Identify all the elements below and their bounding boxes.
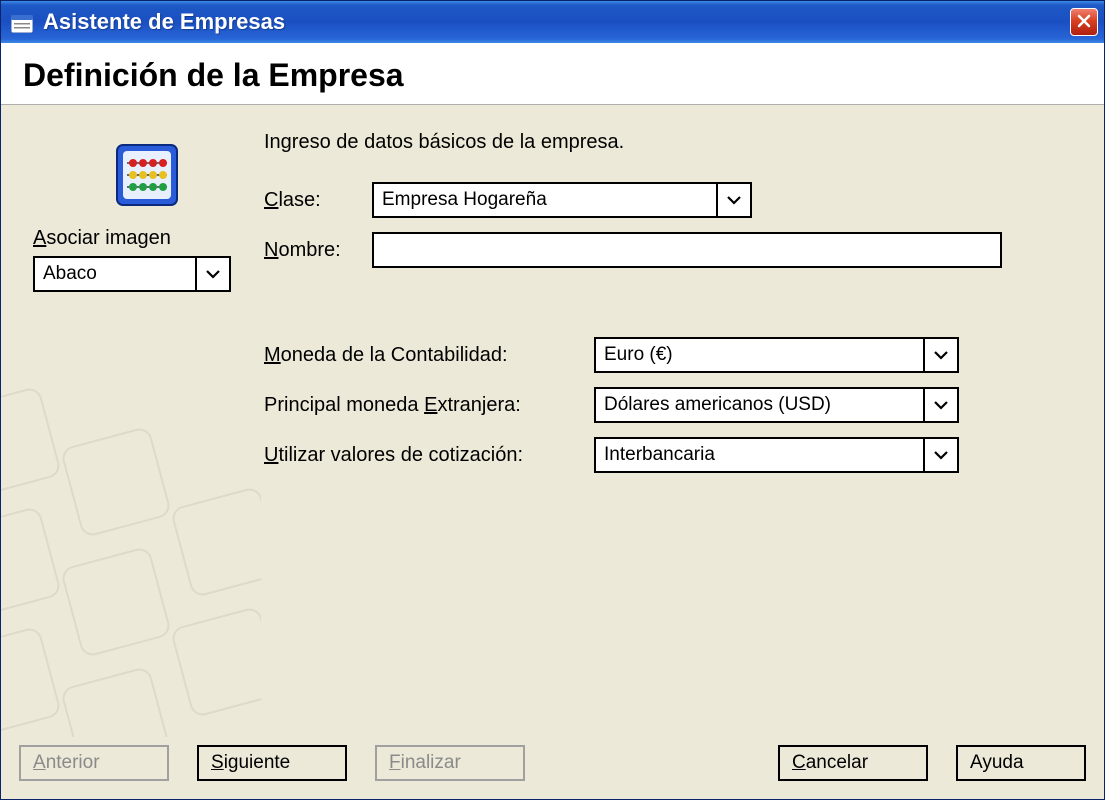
button-bar: Anterior Siguiente Finalizar Cancelar Ay… — [1, 737, 1104, 799]
moneda-contabilidad-label: Moneda de la Contabilidad: — [264, 344, 594, 367]
chevron-down-icon — [923, 339, 957, 371]
moneda-contabilidad-value: Euro (€) — [596, 344, 923, 366]
wizard-window: Asistente de Empresas Definición de la E… — [0, 0, 1105, 800]
clase-select[interactable]: Empresa Hogareña — [372, 182, 752, 218]
cotizacion-label: Utilizar valores de cotización: — [264, 444, 594, 467]
siguiente-button[interactable]: Siguiente — [197, 745, 347, 781]
close-button[interactable] — [1070, 8, 1098, 36]
row-cotizacion: Utilizar valores de cotización: Interban… — [264, 437, 1076, 473]
clase-label: Clase: — [264, 189, 372, 212]
abacus-icon — [113, 141, 181, 209]
row-moneda-extranjera: Principal moneda Extranjera: Dólares ame… — [264, 387, 1076, 423]
clase-value: Empresa Hogareña — [374, 189, 716, 211]
moneda-extranjera-select[interactable]: Dólares americanos (USD) — [594, 387, 959, 423]
right-column: Ingreso de datos básicos de la empresa. … — [264, 127, 1076, 487]
cotizacion-select[interactable]: Interbancaria — [594, 437, 959, 473]
moneda-contabilidad-select[interactable]: Euro (€) — [594, 337, 959, 373]
associate-image-label: Asociar imagen — [33, 227, 171, 250]
chevron-down-icon — [923, 389, 957, 421]
ayuda-button[interactable]: Ayuda — [956, 745, 1086, 781]
cancelar-button[interactable]: Cancelar — [778, 745, 928, 781]
moneda-extranjera-value: Dólares americanos (USD) — [596, 394, 923, 416]
row-clase: Clase: Empresa Hogareña — [264, 182, 1076, 218]
titlebar: Asistente de Empresas — [1, 1, 1104, 43]
row-moneda-contabilidad: Moneda de la Contabilidad: Euro (€) — [264, 337, 1076, 373]
content-area: Asociar imagen Abaco Ingreso de datos bá… — [1, 105, 1104, 737]
anterior-button[interactable]: Anterior — [19, 745, 169, 781]
chevron-down-icon — [716, 184, 750, 216]
header-section: Definición de la Empresa — [1, 43, 1104, 105]
nombre-input[interactable] — [372, 232, 1002, 268]
subtitle: Ingreso de datos básicos de la empresa. — [264, 131, 1076, 154]
finalizar-button[interactable]: Finalizar — [375, 745, 525, 781]
app-icon — [11, 13, 33, 31]
associate-image-value: Abaco — [35, 263, 195, 285]
nombre-label: Nombre: — [264, 239, 372, 262]
close-icon — [1076, 9, 1092, 35]
row-nombre: Nombre: — [264, 232, 1076, 268]
window-title: Asistente de Empresas — [43, 9, 1070, 35]
chevron-down-icon — [923, 439, 957, 471]
cotizacion-value: Interbancaria — [596, 444, 923, 466]
left-column: Asociar imagen Abaco — [29, 127, 264, 487]
chevron-down-icon — [195, 258, 229, 290]
associate-image-select[interactable]: Abaco — [33, 256, 231, 292]
moneda-extranjera-label: Principal moneda Extranjera: — [264, 394, 594, 417]
page-heading: Definición de la Empresa — [23, 57, 1082, 94]
